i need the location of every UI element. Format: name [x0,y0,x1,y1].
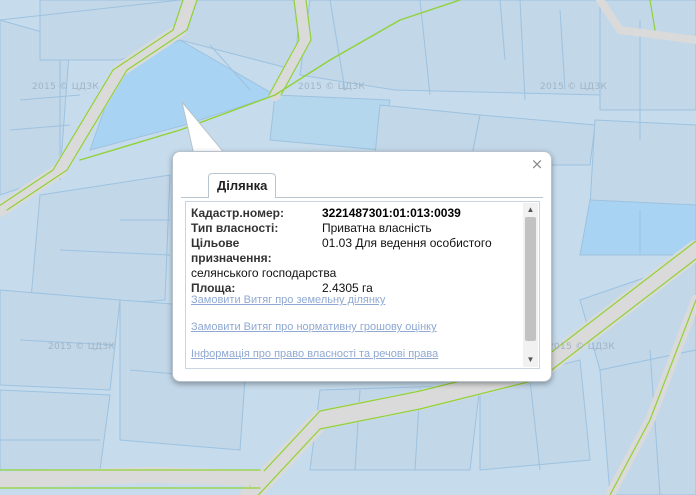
map-watermark: 2015 © ЦДЗК [548,342,616,352]
link-ownership-rights-info[interactable]: Інформація про право власності та речові… [191,348,438,360]
row-cadastral-number: Кадастр.номер: 3221487301:01:013:0039 [191,206,521,221]
row-ownership-type: Тип власності: Приватна власність [191,221,521,236]
popup-pointer [181,101,227,155]
scroll-up-icon[interactable]: ▲ [523,203,538,217]
parcel-details-panel[interactable]: Кадастр.номер: 3221487301:01:013:0039 Ти… [185,201,540,369]
map-watermark: 2015 © ЦДЗК [32,82,100,92]
value-purpose: 01.03 Для ведення особистого [322,236,492,250]
tab-parcel[interactable]: Ділянка [208,173,277,198]
scrollbar-thumb[interactable] [525,217,536,341]
label-purpose: Цільове призначення: [191,236,272,265]
value-ownership-type: Приватна власність [322,221,432,235]
link-order-valuation-extract[interactable]: Замовити Витяг про нормативну грошову оц… [191,321,438,333]
close-icon[interactable]: × [530,157,544,172]
link-order-land-extract[interactable]: Замовити Витяг про земельну ділянку [191,294,438,306]
map-watermark: 2015 © ЦДЗК [48,342,116,352]
vertical-scrollbar[interactable]: ▲ ▼ [523,203,538,367]
value-cadastral-number: 3221487301:01:013:0039 [322,206,461,220]
parcel-info-popup: × Ділянка Кадастр.номер: 3221487301:01:0… [172,151,552,382]
row-purpose: Цільове призначення: 01.03 Для ведення о… [191,236,521,266]
value-purpose-continued: селянського господарства [191,266,337,280]
map-watermark: 2015 © ЦДЗК [298,82,366,92]
scroll-down-icon[interactable]: ▼ [523,353,538,367]
label-cadastral-number: Кадастр.номер: [191,206,284,220]
map-watermark: 2015 © ЦДЗК [540,82,608,92]
parcel-attributes: Кадастр.номер: 3221487301:01:013:0039 Ти… [191,206,521,296]
row-purpose-continued: селянського господарства [191,266,521,281]
action-links: Замовити Витяг про земельну ділянку Замо… [191,294,438,368]
label-ownership-type: Тип власності: [191,221,279,235]
